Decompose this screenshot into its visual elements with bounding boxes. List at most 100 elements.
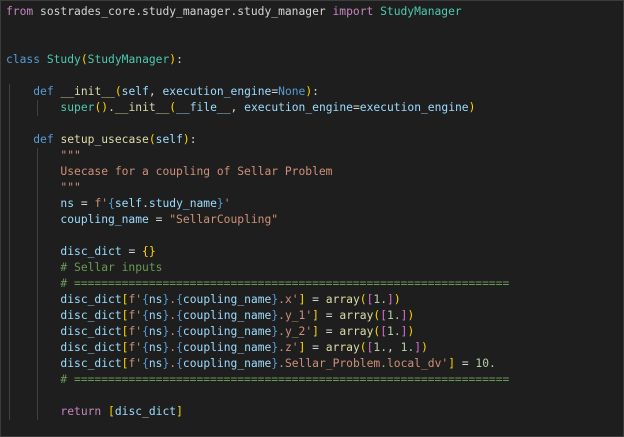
code-token: disc_dict [60, 341, 122, 354]
code-token: f' [128, 325, 143, 338]
code-token: { [176, 341, 183, 354]
code-line-content: """ [1, 149, 80, 162]
code-token: : [189, 133, 197, 146]
code-line[interactable] [1, 388, 623, 404]
code-token: ) [421, 341, 428, 354]
code-token: = [305, 341, 326, 354]
code-line-content: # ======================================… [1, 373, 509, 386]
code-line-content: disc_dict[f'{ns}.{coupling_name}.y_1'] =… [1, 309, 414, 322]
code-token: ] [312, 309, 319, 322]
code-token: coupling_name [182, 325, 272, 338]
code-area[interactable]: from sostrades_core.study_manager.study_… [1, 4, 623, 420]
code-line-content: disc_dict[f'{ns}.{coupling_name}.x'] = a… [1, 293, 401, 306]
code-line-content: ns = f'{self.study_name}' [1, 197, 231, 210]
code-token: # Sellar inputs [60, 261, 163, 274]
code-token: class [6, 53, 41, 66]
code-token: .x' [278, 293, 299, 306]
code-token: 10. [475, 357, 496, 370]
code-token: execution_engine [244, 101, 353, 114]
code-line[interactable]: disc_dict[f'{ns}.{coupling_name}.Sellar_… [1, 356, 623, 372]
code-token: array [339, 309, 374, 322]
code-line-content [1, 69, 6, 82]
code-token: { [142, 245, 149, 258]
code-token: ( [359, 293, 367, 306]
code-line[interactable]: disc_dict = {} [1, 244, 623, 260]
indent-guide [37, 388, 38, 404]
code-token: = [148, 213, 170, 226]
code-token: [ [380, 325, 388, 338]
code-token: { [142, 293, 149, 306]
code-line[interactable]: """ [1, 148, 623, 164]
code-token: ) [393, 293, 401, 306]
code-token: array [339, 325, 374, 338]
code-line[interactable] [1, 20, 623, 36]
code-line-content: return [disc_dict] [1, 405, 182, 418]
code-line[interactable] [1, 36, 623, 52]
code-token: None [278, 85, 306, 98]
code-line[interactable]: super().__init__(__file__, execution_eng… [1, 100, 623, 116]
code-line[interactable]: return [disc_dict] [1, 404, 623, 420]
code-token: .y_1' [278, 309, 313, 322]
code-line[interactable] [1, 116, 623, 132]
code-token: f' [128, 293, 143, 306]
code-line[interactable]: # Sellar inputs [1, 260, 623, 276]
code-token: { [176, 309, 183, 322]
code-line[interactable]: disc_dict[f'{ns}.{coupling_name}.x'] = a… [1, 292, 623, 308]
code-line[interactable]: def __init__(self, execution_engine=None… [1, 84, 623, 100]
code-token: .z' [278, 341, 299, 354]
code-line[interactable]: class Study(StudyManager): [1, 52, 623, 68]
code-token: __file__ [176, 101, 231, 114]
code-token: ' [223, 197, 231, 210]
code-token: ns [148, 325, 163, 338]
code-token: { [176, 357, 183, 370]
code-token: coupling_name [182, 309, 272, 322]
code-token: coupling_name [182, 293, 272, 306]
code-token: { [142, 341, 149, 354]
code-line[interactable]: coupling_name = "SellarCoupling" [1, 212, 623, 228]
code-token: f' [128, 341, 143, 354]
code-token: disc_dict [114, 405, 177, 418]
code-line-content: disc_dict[f'{ns}.{coupling_name}.y_2'] =… [1, 325, 414, 338]
code-token: Usecase for a coupling of Sellar Problem [60, 165, 333, 178]
code-line-content: # Sellar inputs [1, 261, 162, 274]
code-line[interactable] [1, 68, 623, 84]
code-token: # ======================================… [60, 277, 510, 290]
code-line[interactable]: # ======================================… [1, 372, 623, 388]
indent-guide [9, 228, 10, 244]
code-line[interactable]: disc_dict[f'{ns}.{coupling_name}.y_1'] =… [1, 308, 623, 324]
code-token: } [148, 245, 156, 258]
code-token: ( [148, 133, 156, 146]
code-line-content: """ [1, 181, 80, 194]
code-token: ( [359, 341, 367, 354]
code-line[interactable]: from sostrades_core.study_manager.study_… [1, 4, 623, 20]
code-line[interactable]: ns = f'{self.study_name}' [1, 196, 623, 212]
code-line[interactable]: """ [1, 180, 623, 196]
code-editor[interactable]: from sostrades_core.study_manager.study_… [0, 0, 624, 437]
code-token: = [121, 245, 143, 258]
code-token: f' [94, 197, 109, 210]
code-line[interactable]: disc_dict[f'{ns}.{coupling_name}.y_2'] =… [1, 324, 623, 340]
code-line-content: Usecase for a coupling of Sellar Problem [1, 165, 332, 178]
code-line[interactable]: # ======================================… [1, 276, 623, 292]
code-line[interactable]: disc_dict[f'{ns}.{coupling_name}.z'] = a… [1, 340, 623, 356]
code-token: ns [148, 341, 163, 354]
code-line[interactable]: Usecase for a coupling of Sellar Problem [1, 164, 623, 180]
code-line[interactable]: def setup_usecase(self): [1, 132, 623, 148]
code-token: { [176, 325, 183, 338]
code-token: coupling_name [182, 341, 272, 354]
code-token: ) [407, 309, 415, 322]
code-token: .y_2' [278, 325, 313, 338]
code-line[interactable] [1, 228, 623, 244]
code-token: Study [46, 53, 81, 66]
code-token: disc_dict [60, 357, 122, 370]
code-token: = [455, 357, 476, 370]
code-token: # ======================================… [60, 373, 510, 386]
